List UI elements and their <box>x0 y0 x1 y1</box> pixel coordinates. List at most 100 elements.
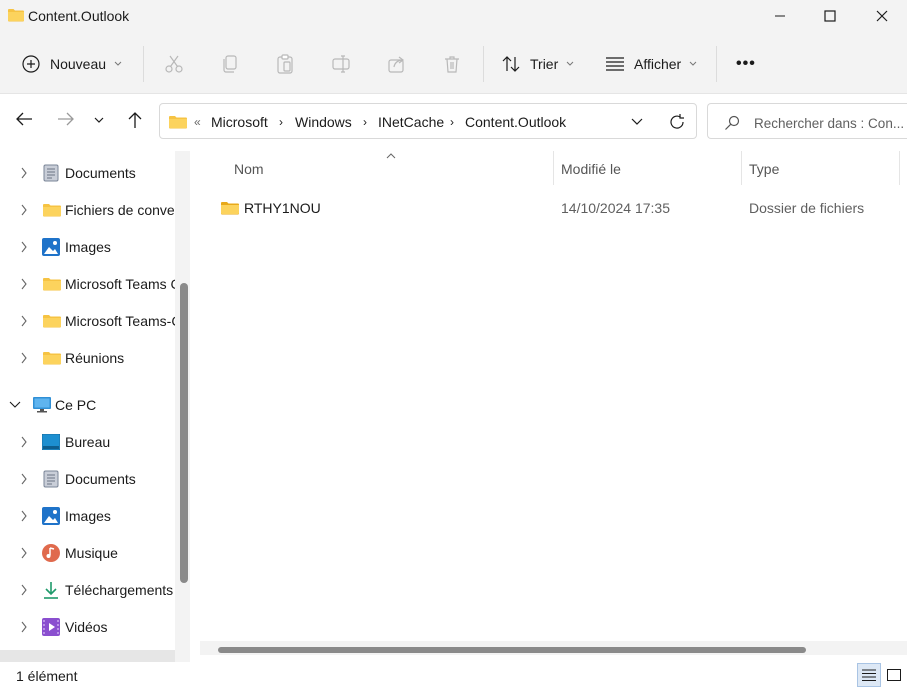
breadcrumb-content-outlook[interactable]: Content.Outlook <box>465 114 566 130</box>
breadcrumb-separator-icon[interactable]: › <box>450 115 454 129</box>
column-divider[interactable] <box>899 151 900 185</box>
column-divider[interactable] <box>741 151 742 185</box>
delete-icon[interactable] <box>442 54 462 74</box>
sidebar-item-label: Réunions <box>65 350 125 366</box>
toolbar-divider <box>716 46 717 82</box>
sidebar-item-label: Téléchargements <box>65 582 174 598</box>
maximize-icon <box>824 10 836 22</box>
paste-icon[interactable] <box>275 54 295 74</box>
sidebar-scrollbar-thumb[interactable] <box>180 283 188 583</box>
file-name[interactable]: RTHY1NOU <box>244 200 321 216</box>
chevron-right-icon[interactable] <box>20 510 28 522</box>
sidebar-item-telechargements[interactable]: Téléchargements <box>0 575 175 605</box>
sort-label: Trier <box>530 56 559 72</box>
sidebar-item-videos[interactable]: Vidéos <box>0 612 175 642</box>
sidebar-item-label: Microsoft Teams-C <box>65 313 175 329</box>
sidebar-item-bureau[interactable]: Bureau <box>0 427 175 457</box>
horizontal-scrollbar-thumb[interactable] <box>218 647 806 653</box>
documents-icon <box>43 470 59 488</box>
breadcrumb-windows[interactable]: Windows <box>295 114 352 130</box>
chevron-down-icon[interactable] <box>9 401 21 409</box>
cut-icon[interactable] <box>164 54 184 74</box>
sidebar-item-label: Microsoft Teams C <box>65 276 175 292</box>
more-icon: ••• <box>736 55 756 72</box>
sidebar-item-documents[interactable]: Documents <box>0 158 175 188</box>
chevron-right-icon[interactable] <box>20 547 28 559</box>
sidebar-item-microsoft-teams-chat-2[interactable]: Microsoft Teams-C <box>0 306 175 336</box>
chevron-right-icon[interactable] <box>20 167 28 179</box>
chevron-right-icon[interactable] <box>20 584 28 596</box>
more-options-button[interactable]: ••• <box>736 46 756 82</box>
search-icon <box>725 115 740 130</box>
refresh-icon[interactable] <box>668 113 686 131</box>
sidebar-item-microsoft-teams-chat[interactable]: Microsoft Teams C <box>0 269 175 299</box>
music-icon <box>42 544 60 562</box>
sidebar-item-label: Musique <box>65 545 118 561</box>
sidebar-item-label: Documents <box>65 165 136 181</box>
address-history-chevron-icon[interactable] <box>631 118 643 126</box>
forward-arrow-icon[interactable] <box>57 111 75 127</box>
sort-button[interactable]: Trier <box>502 46 574 82</box>
folder-icon <box>169 116 187 129</box>
sidebar-item-fichiers-de-conversation[interactable]: Fichiers de conver <box>0 195 175 225</box>
sidebar-item-label: Fichiers de conver <box>65 202 175 218</box>
sidebar-item-label: Vidéos <box>65 619 108 635</box>
breadcrumb-inetcache[interactable]: INetCache <box>378 114 444 130</box>
recent-locations-chevron-icon[interactable] <box>94 117 104 123</box>
view-lines-icon <box>606 57 624 71</box>
pc-icon <box>33 397 51 413</box>
videos-icon <box>42 618 60 636</box>
close-icon <box>876 10 888 22</box>
tiles-view-button[interactable] <box>882 663 906 687</box>
details-view-button[interactable] <box>857 663 881 687</box>
breadcrumb-separator-icon[interactable]: › <box>279 115 283 129</box>
sidebar-item-reunions[interactable]: Réunions <box>0 343 175 373</box>
close-button[interactable] <box>857 0 907 32</box>
column-header-type[interactable]: Type <box>749 161 779 177</box>
chevron-right-icon[interactable] <box>20 621 28 633</box>
window-title: Content.Outlook <box>28 8 130 24</box>
rename-icon[interactable] <box>331 54 351 74</box>
column-divider[interactable] <box>553 151 554 185</box>
chevron-right-icon[interactable] <box>20 204 28 216</box>
sidebar-item-musique[interactable]: Musique <box>0 538 175 568</box>
sidebar-partial-item[interactable] <box>0 650 175 662</box>
table-row[interactable]: RTHY1NOU 14/10/2024 17:35 Dossier de fic… <box>216 195 906 221</box>
sort-icon <box>502 56 520 72</box>
chevron-right-icon[interactable] <box>20 473 28 485</box>
sidebar-item-documents-pc[interactable]: Documents <box>0 464 175 494</box>
back-arrow-icon[interactable] <box>15 111 33 127</box>
folder-icon <box>8 9 24 22</box>
chevron-right-icon[interactable] <box>20 241 28 253</box>
search-placeholder: Rechercher dans : Con... <box>754 116 905 131</box>
search-input[interactable]: Rechercher dans : Con... <box>707 103 907 139</box>
chevron-right-icon[interactable] <box>20 315 28 327</box>
column-header-name[interactable]: Nom <box>234 161 264 177</box>
minimize-button[interactable] <box>755 0 805 32</box>
copy-icon[interactable] <box>220 54 240 74</box>
chevron-right-icon[interactable] <box>20 278 28 290</box>
sidebar-item-images-pc[interactable]: Images <box>0 501 175 531</box>
up-arrow-icon[interactable] <box>127 111 143 129</box>
sidebar-item-images[interactable]: Images <box>0 232 175 262</box>
chevron-right-icon[interactable] <box>20 436 28 448</box>
view-button[interactable]: Afficher <box>606 46 697 82</box>
minimize-icon <box>775 15 785 17</box>
status-bar: 1 élément <box>0 662 907 687</box>
sidebar-item-ce-pc[interactable]: Ce PC <box>0 390 175 420</box>
sidebar-item-label: Bureau <box>65 434 111 450</box>
breadcrumb-separator-icon[interactable]: › <box>363 115 367 129</box>
new-button[interactable]: Nouveau <box>22 46 122 82</box>
column-header-modified[interactable]: Modifié le <box>561 161 621 177</box>
documents-icon <box>43 164 59 182</box>
address-bar[interactable]: « Microsoft › Windows › INetCache › Cont… <box>159 103 697 139</box>
chevron-right-icon[interactable] <box>20 352 28 364</box>
chevron-down-icon <box>114 61 122 66</box>
breadcrumb-microsoft[interactable]: Microsoft <box>211 114 268 130</box>
breadcrumb-overflow[interactable]: « <box>194 115 201 129</box>
share-icon[interactable] <box>387 54 407 74</box>
maximize-button[interactable] <box>805 0 855 32</box>
title-bar: Content.Outlook <box>0 0 907 32</box>
chevron-down-icon <box>689 61 697 66</box>
download-icon <box>44 582 58 599</box>
